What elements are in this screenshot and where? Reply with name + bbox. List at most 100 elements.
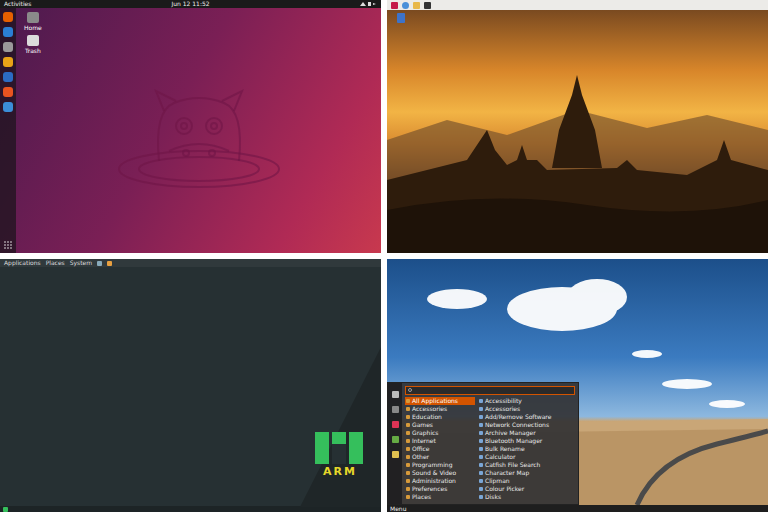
lock-icon[interactable] xyxy=(392,406,399,413)
category-icon xyxy=(406,399,410,403)
category-icon xyxy=(406,471,410,475)
manjaro-logo: ARM xyxy=(315,432,365,478)
file-icon xyxy=(27,35,39,46)
app-item[interactable]: Archive Manager xyxy=(478,429,575,437)
category-item[interactable]: Education xyxy=(405,413,475,421)
app-item[interactable]: Catfish File Search xyxy=(478,461,575,469)
app-launcher-icon[interactable] xyxy=(3,102,13,112)
app-item[interactable]: Add/Remove Software xyxy=(478,413,575,421)
status-area[interactable] xyxy=(359,1,377,7)
panel-menu[interactable]: System xyxy=(70,259,92,267)
category-item[interactable]: Places xyxy=(405,493,475,501)
category-icon xyxy=(406,423,410,427)
desktop-icon[interactable]: Trash xyxy=(24,35,42,54)
desktop: Home Trash xyxy=(16,8,381,253)
category-item[interactable]: Accessories xyxy=(405,405,475,413)
status-icon xyxy=(359,1,377,7)
app-icon xyxy=(479,423,483,427)
launcher-icon[interactable] xyxy=(97,261,102,266)
app-launcher-icon[interactable] xyxy=(3,87,13,97)
category-item[interactable]: Programming xyxy=(405,461,475,469)
manjaro-arm-desktop: Applications Places System ARM xyxy=(0,259,381,512)
dock xyxy=(0,8,16,253)
app-icon xyxy=(479,487,483,491)
launcher-icon[interactable] xyxy=(107,261,112,266)
app-launcher-icon[interactable] xyxy=(3,72,13,82)
app-item[interactable]: Character Map xyxy=(478,469,575,477)
app-item[interactable]: Clipman xyxy=(478,477,575,485)
category-icon xyxy=(406,431,410,435)
app-launcher-icon[interactable] xyxy=(3,42,13,52)
app-item[interactable]: Accessibility xyxy=(478,397,575,405)
app-icon xyxy=(479,415,483,419)
app-icon xyxy=(479,431,483,435)
wallpaper: All ApplicationsAccessoriesEducationGame… xyxy=(387,259,768,505)
category-item[interactable]: Office xyxy=(405,445,475,453)
category-item[interactable]: Games xyxy=(405,421,475,429)
app-item[interactable]: Bulk Rename xyxy=(478,445,575,453)
desktop-icon[interactable]: Home xyxy=(24,12,42,31)
app-item[interactable]: Colour Picker xyxy=(478,485,575,493)
category-icon xyxy=(406,495,410,499)
app-item[interactable]: Bluetooth Manager xyxy=(478,437,575,445)
top-bar: ActivitiesJun 12 11:52 xyxy=(0,0,381,8)
collage: ActivitiesJun 12 11:52 Home Trash Applicati… xyxy=(0,0,768,512)
app-icon xyxy=(479,463,483,467)
app-icon xyxy=(479,455,483,459)
category-item[interactable]: Administration xyxy=(405,477,475,485)
app-icon xyxy=(479,399,483,403)
category-item[interactable]: Internet xyxy=(405,437,475,445)
menu-button[interactable]: Menu xyxy=(390,505,406,512)
app-item[interactable]: Accessories xyxy=(478,405,575,413)
category-icon xyxy=(406,447,410,451)
ubuntu-desktop: ActivitiesJun 12 11:52 Home Trash xyxy=(0,0,381,253)
terminal-icon[interactable] xyxy=(392,436,399,443)
folder-icon[interactable] xyxy=(413,2,420,9)
clock[interactable]: Jun 12 11:52 xyxy=(171,0,209,8)
raspberry-menu-icon[interactable] xyxy=(391,2,398,9)
category-icon xyxy=(406,487,410,491)
app-icon xyxy=(479,479,483,483)
app-icon xyxy=(479,439,483,443)
browser-icon[interactable] xyxy=(402,2,409,9)
category-list: All ApplicationsAccessoriesEducationGame… xyxy=(405,397,475,501)
app-item[interactable]: Network Connections xyxy=(478,421,575,429)
terminal-icon[interactable] xyxy=(424,2,431,9)
search-field[interactable] xyxy=(405,386,575,395)
application-menu: All ApplicationsAccessoriesEducationGame… xyxy=(387,382,579,505)
show-apps-icon[interactable] xyxy=(4,241,12,249)
panel-menu[interactable]: Places xyxy=(46,259,65,267)
app-launcher-icon[interactable] xyxy=(3,57,13,67)
menu-sidebar xyxy=(388,383,402,504)
category-item[interactable]: All Applications xyxy=(405,397,475,405)
show-desktop-icon[interactable] xyxy=(3,507,8,512)
top-panel xyxy=(387,0,768,10)
category-item[interactable]: Graphics xyxy=(405,429,475,437)
desktop: ARM xyxy=(0,267,381,506)
category-icon xyxy=(406,455,410,459)
logout-icon[interactable] xyxy=(392,421,399,428)
category-icon xyxy=(406,479,410,483)
raspberry-pi-desktop xyxy=(387,0,768,253)
wallpaper xyxy=(387,10,768,253)
category-item[interactable]: Other xyxy=(405,453,475,461)
category-item[interactable]: Preferences xyxy=(405,485,475,493)
app-icon xyxy=(479,407,483,411)
xfce-desktop: All ApplicationsAccessoriesEducationGame… xyxy=(387,259,768,512)
trash-icon[interactable] xyxy=(397,13,405,23)
activities-button[interactable]: Activities xyxy=(4,0,171,8)
logo-text: ARM xyxy=(323,465,357,478)
settings-icon[interactable] xyxy=(392,391,399,398)
search-icon xyxy=(408,388,413,393)
app-launcher-icon[interactable] xyxy=(3,27,13,37)
panel-menu[interactable]: Applications xyxy=(4,259,41,267)
app-item[interactable]: Disks xyxy=(478,493,575,501)
app-icon xyxy=(479,447,483,451)
app-launcher-icon[interactable] xyxy=(3,12,13,22)
category-icon xyxy=(406,439,410,443)
app-item[interactable]: Calculator xyxy=(478,453,575,461)
category-icon xyxy=(406,407,410,411)
category-item[interactable]: Sound & Video xyxy=(405,469,475,477)
folder-icon[interactable] xyxy=(392,451,399,458)
app-icon xyxy=(479,471,483,475)
